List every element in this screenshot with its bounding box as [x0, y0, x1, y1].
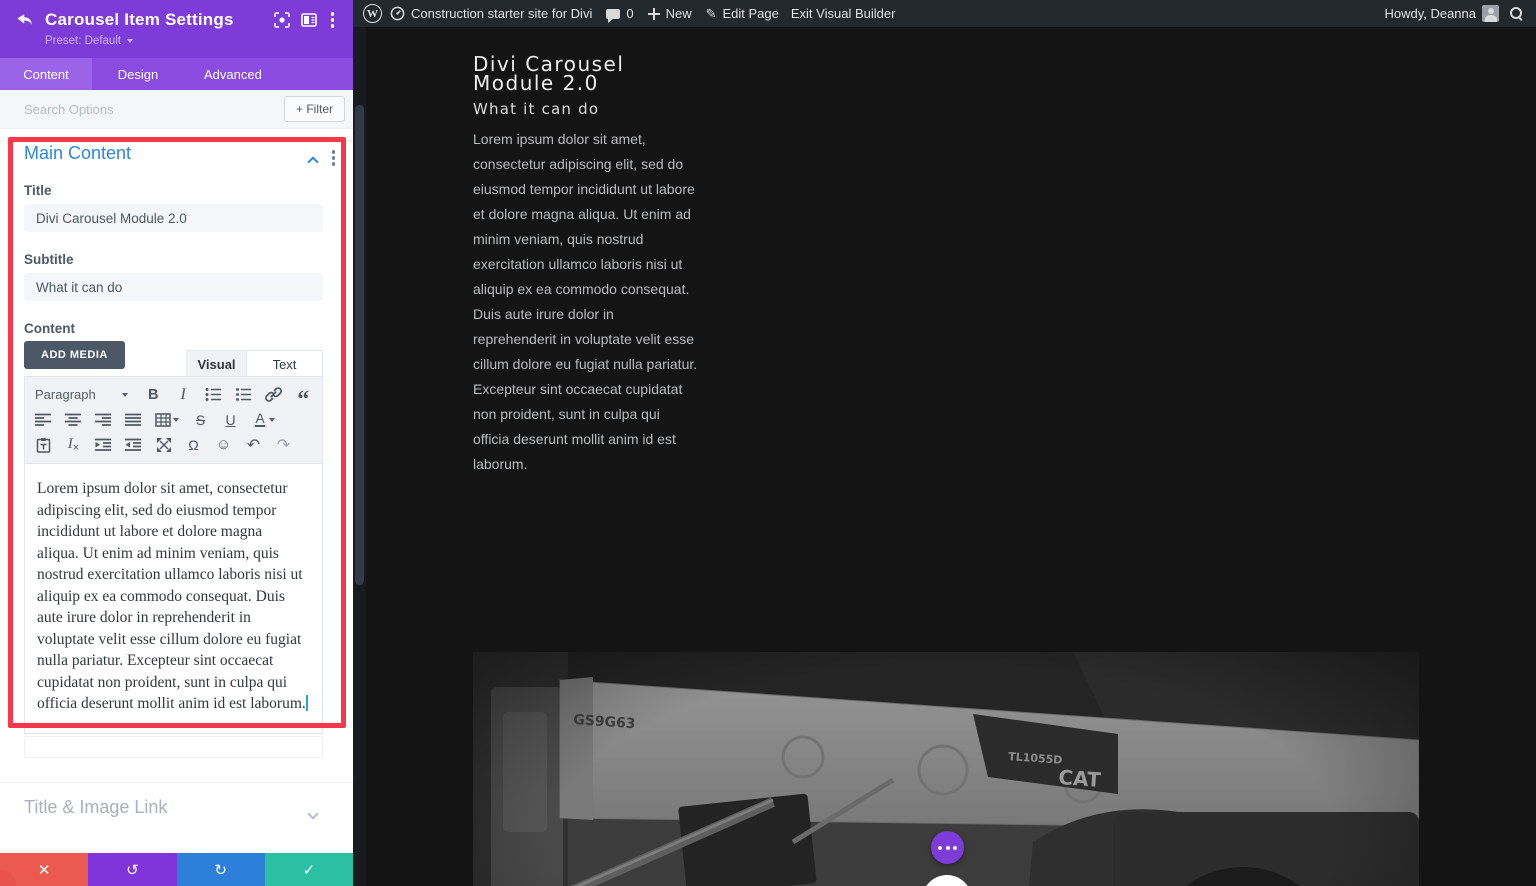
editor-toolbar: Paragraph B I “ S U A I × Ω ☺ ↶ ↷ [25, 377, 322, 464]
carousel-item-title: Divi Carousel Module 2.0 [473, 52, 625, 95]
search-input[interactable] [24, 101, 276, 117]
panel-action-bar: ✕ ↺ ↻ ✓ [0, 853, 353, 886]
panel-menu-icon[interactable] [328, 12, 338, 28]
wp-admin-bar: W Construction starter site for Divi 0 N… [353, 0, 1536, 27]
editor-text: Lorem ipsum dolor sit amet, consectetur … [37, 480, 306, 712]
align-center-icon[interactable] [65, 411, 82, 428]
text-color-icon[interactable]: A [252, 411, 278, 428]
paragraph-style-select[interactable]: Paragraph [35, 387, 128, 402]
howdy-label: Howdy, Deanna [1384, 6, 1476, 21]
expand-modal-icon[interactable] [273, 12, 290, 28]
indent-icon[interactable] [125, 436, 142, 453]
clear-formatting-icon[interactable]: I × [65, 436, 82, 454]
align-right-icon[interactable] [95, 411, 112, 428]
tab-content[interactable]: Content [0, 58, 92, 90]
main-content-heading[interactable]: Main Content [24, 143, 131, 164]
title-field-label: Title [24, 183, 52, 198]
snap-panel-icon[interactable] [300, 12, 317, 28]
settings-panel: Carousel Item Settings Preset: Default C… [0, 0, 353, 886]
link-icon[interactable] [264, 386, 282, 403]
site-name: Construction starter site for Divi [411, 6, 593, 21]
plus-icon [647, 7, 660, 20]
editor-content-area[interactable]: Lorem ipsum dolor sit amet, consectetur … [25, 464, 322, 729]
wp-logo-icon[interactable]: W [363, 4, 382, 23]
emoji-icon[interactable]: ☺ [215, 436, 232, 453]
gauge-icon [390, 6, 405, 21]
avatar [1482, 5, 1499, 22]
back-arrow-icon[interactable] [16, 12, 34, 28]
screen: Carousel Item Settings Preset: Default C… [0, 0, 1536, 886]
fullscreen-icon[interactable] [155, 436, 172, 453]
tab-advanced[interactable]: Advanced [184, 58, 282, 90]
bullet-list-icon[interactable] [205, 386, 222, 403]
page-preview: W Construction starter site for Divi 0 N… [353, 0, 1536, 886]
editor-mode-tabs: Visual Text [186, 350, 323, 377]
title-field[interactable] [24, 204, 323, 232]
save-button[interactable]: ✓ [264, 853, 353, 886]
section-menu-icon[interactable] [330, 148, 338, 168]
settings-tabs: Content Design Advanced [0, 58, 353, 90]
italic-icon[interactable]: I [175, 386, 192, 403]
undo-button[interactable]: ↺ [88, 853, 177, 886]
carousel-item-subtitle: What it can do [473, 100, 600, 118]
editor-tab-visual[interactable]: Visual [186, 350, 247, 377]
rich-text-editor: Paragraph B I “ S U A I × Ω ☺ ↶ ↷ Lorem … [24, 376, 323, 734]
filter-button[interactable]: + Filter [283, 96, 345, 122]
add-media-button[interactable]: ADD MEDIA [24, 341, 125, 369]
comments-menu[interactable]: 0 [606, 6, 634, 23]
search-icon[interactable] [1509, 6, 1524, 21]
paste-as-text-icon[interactable] [35, 436, 52, 453]
tab-design[interactable]: Design [92, 58, 184, 90]
text-color-caret-icon [268, 417, 275, 422]
comments-count: 0 [626, 6, 634, 21]
special-character-icon[interactable]: Ω [185, 436, 202, 453]
select-caret-icon [121, 392, 128, 397]
panel-body: Main Content Title Subtitle Content ADD … [0, 129, 353, 853]
exit-label: Exit Visual Builder [790, 6, 896, 21]
carousel-item-body: Lorem ipsum dolor sit amet, consectetur … [473, 131, 698, 472]
editor-status-bar [24, 736, 323, 758]
subtitle-field[interactable] [24, 273, 323, 301]
paragraph-style-label: Paragraph [35, 387, 96, 402]
table-icon[interactable] [155, 411, 179, 428]
title-image-link-heading[interactable]: Title & Image Link [24, 797, 167, 818]
edit-page-menu[interactable]: ✎ Edit Page [706, 6, 779, 22]
site-menu[interactable]: Construction starter site for Divi [390, 6, 592, 21]
blockquote-icon[interactable]: “ [295, 386, 312, 412]
undo-icon[interactable]: ↶ [245, 436, 262, 454]
underline-icon[interactable]: U [222, 411, 239, 428]
preset-label: Preset: Default [45, 35, 122, 47]
account-menu[interactable]: Howdy, Deanna [1384, 5, 1499, 22]
new-label: New [665, 6, 692, 21]
pencil-icon: ✎ [705, 5, 717, 21]
comments-icon [606, 8, 621, 23]
numbered-list-icon[interactable] [235, 386, 252, 403]
preset-caret-icon [127, 39, 134, 43]
redo-icon[interactable]: ↷ [275, 436, 292, 454]
expand-section-icon[interactable] [307, 805, 319, 823]
subtitle-field-label: Subtitle [24, 252, 74, 267]
table-caret-icon [173, 417, 179, 422]
editor-tab-text[interactable]: Text [247, 350, 323, 377]
preset-selector[interactable]: Preset: Default [45, 35, 337, 47]
section-divider [0, 782, 353, 783]
bold-icon[interactable]: B [145, 386, 162, 403]
module-settings-button[interactable] [931, 831, 964, 864]
justify-icon[interactable] [125, 411, 142, 428]
content-field-label: Content [24, 321, 75, 336]
options-search-bar: + Filter [0, 90, 353, 129]
align-left-icon[interactable] [35, 411, 52, 428]
redo-button[interactable]: ↻ [176, 853, 265, 886]
strikethrough-icon[interactable]: S [192, 411, 209, 428]
edit-page-label: Edit Page [722, 6, 779, 21]
outdent-icon[interactable] [95, 436, 112, 453]
text-cursor [305, 695, 308, 711]
panel-header: Carousel Item Settings Preset: Default [0, 0, 353, 58]
panel-scrollbar [353, 27, 366, 886]
exit-visual-builder[interactable]: Exit Visual Builder [791, 6, 896, 21]
scrollbar-thumb[interactable] [355, 105, 364, 585]
new-menu[interactable]: New [647, 6, 692, 21]
panel-title: Carousel Item Settings [45, 10, 234, 29]
collapse-section-icon[interactable] [307, 153, 319, 171]
